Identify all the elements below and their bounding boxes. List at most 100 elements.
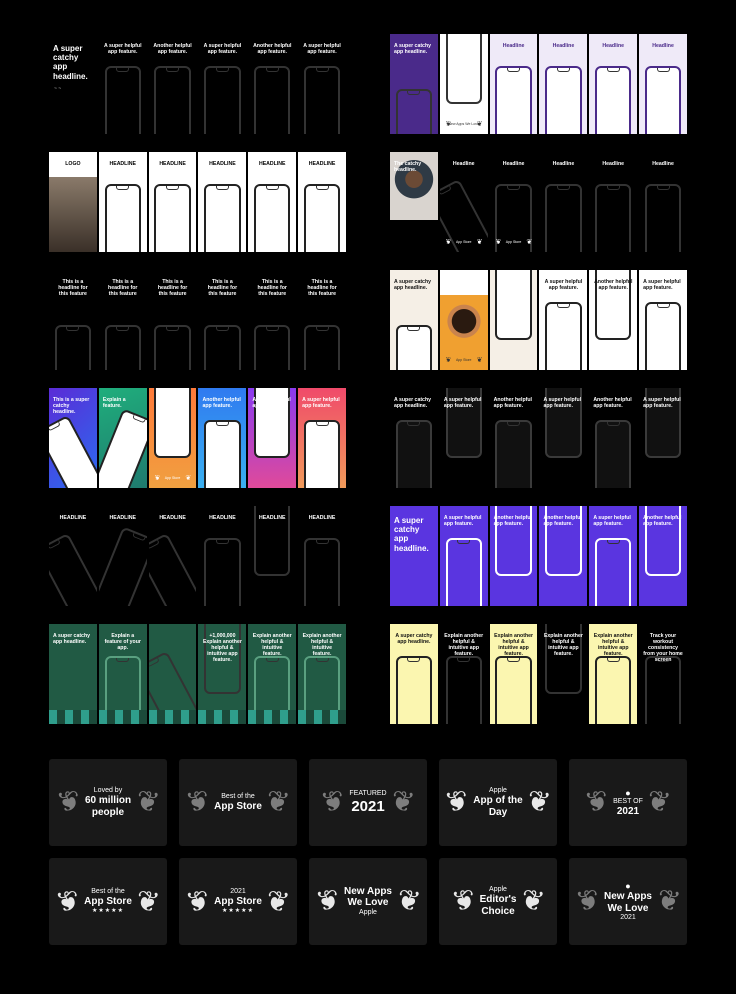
screenshot-panel[interactable]: A super helpful app feature. [298, 34, 346, 134]
screenshot-panel[interactable]: +1,000,000 Explain another helpful & int… [198, 624, 247, 724]
screenshot-set[interactable]: A super catchy app headline. New Apps We … [390, 34, 687, 134]
screenshot-set[interactable]: A super catchy app headline. ~ ~ A super h… [49, 34, 346, 134]
screenshot-set[interactable]: A super catchy app headline. A super help… [390, 388, 687, 488]
screenshot-panel[interactable]: Headline [539, 34, 588, 134]
phone-notch [407, 658, 421, 662]
screenshot-set[interactable]: A super catchy app headline. A super help… [390, 506, 687, 606]
screenshot-set[interactable]: A super catchy app headline.Apple Explain… [49, 624, 346, 724]
screenshot-panel[interactable] [148, 624, 197, 724]
screenshot-panel[interactable]: This is a headline for this feature [148, 270, 197, 370]
award-badge[interactable]: AppleEditor'sChoice [439, 858, 557, 945]
award-badge[interactable]: FEATURED2021 [309, 759, 427, 846]
screenshot-panel[interactable]: Explain a feature of your app. [98, 624, 147, 724]
screenshot-panel[interactable]: A super helpful app feature. [198, 34, 247, 134]
screenshot-panel[interactable]: Headline [639, 34, 687, 134]
award-badge[interactable]: AppleApp of theDay [439, 759, 557, 846]
screenshot-panel[interactable]: A super helpful app feature. [539, 388, 588, 488]
screenshot-panel[interactable]: A super catchy app headline. [390, 388, 438, 488]
screenshot-panel[interactable]: HEADLINE [148, 506, 197, 606]
screenshot-panel[interactable]: HEADLINE [98, 506, 147, 606]
screenshot-panel[interactable]: A super helpful app feature. [639, 388, 687, 488]
screenshot-panel[interactable]: Another helpful app feature. [589, 388, 638, 488]
screenshot-panel[interactable]: A super helpful app feature. [298, 388, 346, 488]
award-badge[interactable]: ●New AppsWe Love2021 [569, 858, 687, 945]
screenshot-panel[interactable]: Another helpful app feature. [489, 506, 538, 606]
screenshot-set[interactable]: HEADLINE HEADLINE HEADLINE HEADLINE HEADLINE… [49, 506, 346, 606]
screenshot-panel[interactable]: A super catchy app headline. ~ ~ [49, 34, 97, 134]
screenshot-panel[interactable] [489, 270, 538, 370]
award-badge[interactable]: 2021App Store★★★★★ [179, 858, 297, 945]
screenshot-panel[interactable]: This is a headline for this feature [198, 270, 247, 370]
screenshot-panel[interactable]: A super helpful app feature. [98, 34, 147, 134]
screenshot-panel[interactable]: Another helpful app feature. [148, 34, 197, 134]
screenshot-panel[interactable]: A super helpful app feature. [539, 270, 588, 370]
screenshot-panel[interactable]: HEADLINE [98, 152, 147, 252]
screenshot-panel[interactable]: A super catchy app headline. [390, 270, 438, 370]
screenshot-panel[interactable]: Explain another helpful & intuitive app … [489, 624, 538, 724]
screenshot-panel[interactable]: HEADLINE [298, 506, 346, 606]
screenshot-panel[interactable]: This is a headline for this feature [49, 270, 97, 370]
screenshot-panel[interactable]: This is a headline for this feature [248, 270, 297, 370]
phone-notch [315, 658, 329, 662]
screenshot-panel[interactable]: App Store [439, 270, 488, 370]
screenshot-panel[interactable]: Another helpful app feature. [248, 34, 297, 134]
screenshot-set[interactable]: This is a super catchy headline. Explain … [49, 388, 346, 488]
screenshot-set[interactable]: This is a headline for this feature This … [49, 270, 346, 370]
screenshot-panel[interactable]: Explain another helpful & intuitive app … [439, 624, 488, 724]
screenshot-panel[interactable]: A super helpful app feature. [639, 270, 687, 370]
screenshot-panel[interactable]: Another helpful app feature. [489, 388, 538, 488]
screenshot-panel[interactable]: Headline [639, 152, 687, 252]
screenshot-panel[interactable]: HEADLINE [49, 506, 97, 606]
panel-headline: +1,000,000 Explain another helpful & int… [202, 633, 242, 663]
screenshot-panel[interactable]: Explain another helpful & intuitive app … [539, 624, 588, 724]
screenshot-panel[interactable]: Another helpful app feature. [639, 506, 687, 606]
screenshot-panel[interactable]: The catchy headline. [390, 152, 438, 252]
screenshot-panel[interactable]: Another helpful app feature. [589, 270, 638, 370]
award-badge[interactable]: Best of theApp Store [179, 759, 297, 846]
screenshot-panel[interactable]: Headline [589, 152, 638, 252]
screenshot-set[interactable]: LOGO HEADLINE HEADLINE HEADLINE HEADLINE HEAD… [49, 152, 346, 252]
screenshot-panel[interactable]: Headline [589, 34, 638, 134]
screenshot-panel[interactable]: HEADLINE [248, 152, 297, 252]
screenshot-panel[interactable]: Track your workout consistency from your… [639, 624, 687, 724]
screenshot-panel[interactable]: Explain another helpful & intuitive app … [589, 624, 638, 724]
screenshot-panel[interactable]: A super catchy app headline.Apple [49, 624, 97, 724]
screenshot-panel[interactable]: Explain another helpful & intuitive feat… [248, 624, 297, 724]
phone-notch [507, 658, 521, 662]
screenshot-panel[interactable]: A super helpful app feature. [439, 506, 488, 606]
phone-notch [148, 540, 160, 550]
screenshot-panel[interactable]: Another helpful app feature. [539, 506, 588, 606]
award-badge[interactable]: Best of theApp Store★★★★★ [49, 858, 167, 945]
screenshot-set[interactable]: A super catchy app headline. App Store A s… [390, 270, 687, 370]
screenshot-panel[interactable]: Another helpful app feature. [248, 388, 297, 488]
screenshot-panel[interactable]: Explain another helpful & intuitive feat… [298, 624, 346, 724]
screenshot-panel[interactable]: HEADLINE [198, 506, 247, 606]
screenshot-panel[interactable]: HEADLINE [248, 506, 297, 606]
award-badge[interactable]: Loved by60 millionpeople [49, 759, 167, 846]
screenshot-panel[interactable]: Another helpful app feature. [198, 388, 247, 488]
screenshot-panel[interactable]: A super catchy app headline. [390, 624, 438, 724]
screenshot-panel[interactable]: HEADLINE [148, 152, 197, 252]
screenshot-panel[interactable]: This is a headline for this feature [298, 270, 346, 370]
screenshot-panel[interactable]: Headline [489, 34, 538, 134]
award-badge[interactable]: ●BEST OF2021 [569, 759, 687, 846]
screenshot-panel[interactable]: This is a headline for this feature [98, 270, 147, 370]
panel-headline: Another helpful app feature. [594, 279, 633, 291]
screenshot-panel[interactable]: A super helpful app feature. [589, 506, 638, 606]
screenshot-panel[interactable]: Headline [539, 152, 588, 252]
award-badge[interactable]: New AppsWe LoveApple [309, 858, 427, 945]
screenshot-panel[interactable]: Explain a feature. [98, 388, 147, 488]
screenshot-panel[interactable]: App Store [148, 388, 197, 488]
screenshot-panel[interactable]: LOGO [49, 152, 97, 252]
screenshot-panel[interactable]: A super catchy app headline. [390, 506, 438, 606]
screenshot-set[interactable]: A super catchy app headline. Explain anot… [390, 624, 687, 724]
screenshot-panel[interactable]: This is a super catchy headline. [49, 388, 97, 488]
screenshot-panel[interactable]: HEADLINE [198, 152, 247, 252]
screenshot-panel[interactable]: HEADLINE [298, 152, 346, 252]
screenshot-set[interactable]: The catchy headline.HeadlineApp StoreHea… [390, 152, 687, 252]
screenshot-panel[interactable]: A super catchy app headline. [390, 34, 438, 134]
screenshot-panel[interactable]: Headline App Store [489, 152, 538, 252]
screenshot-panel[interactable]: New Apps We Love [439, 34, 488, 134]
screenshot-panel[interactable]: A super helpful app feature. [439, 388, 488, 488]
screenshot-panel[interactable]: Headline App Store [439, 152, 488, 252]
